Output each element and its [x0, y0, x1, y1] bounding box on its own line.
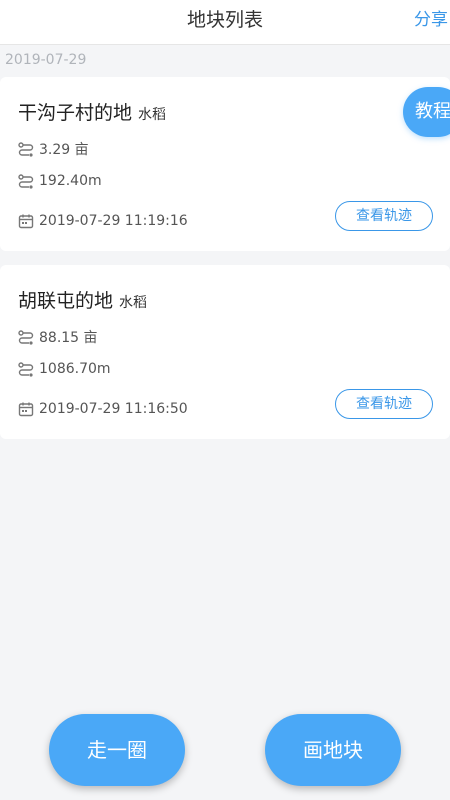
plot-area-row: 3.29 亩: [18, 139, 89, 159]
page-title: 地块列表: [186, 9, 263, 31]
route-icon: [18, 174, 34, 189]
plot-area: 88.15 亩: [39, 330, 98, 346]
plot-time: 2019-07-29 11:19:16: [39, 213, 188, 229]
plot-name: 胡联屯的地: [18, 290, 114, 312]
draw-plot-button[interactable]: 画地块: [265, 714, 401, 786]
route-icon: [18, 142, 34, 157]
plot-length: 192.40m: [39, 173, 102, 189]
route-icon: [18, 330, 34, 345]
date-group-header: 2019-07-29: [5, 52, 87, 68]
plot-length: 1086.70m: [39, 361, 111, 377]
view-track-button[interactable]: 查看轨迹: [335, 389, 433, 419]
plot-time-row: 2019-07-29 11:19:16: [18, 213, 188, 229]
plot-card[interactable]: 胡联屯的地 水稻 88.15 亩 1086.70m 2019-07-29 11:1…: [0, 265, 450, 439]
plot-area: 3.29 亩: [39, 142, 89, 158]
plot-crop: 水稻: [119, 295, 148, 311]
plot-length-row: 1086.70m: [18, 361, 111, 377]
calendar-icon: [18, 402, 34, 417]
plot-name: 干沟子村的地: [18, 102, 133, 124]
plot-title: 胡联屯的地 水稻: [18, 286, 147, 313]
plot-title: 干沟子村的地 水稻: [18, 98, 166, 125]
tutorial-button[interactable]: 教程: [403, 87, 450, 137]
share-button[interactable]: 分享: [414, 0, 450, 44]
plot-crop: 水稻: [138, 107, 167, 123]
calendar-icon: [18, 214, 34, 229]
plot-time: 2019-07-29 11:16:50: [39, 401, 188, 417]
plot-length-row: 192.40m: [18, 173, 102, 189]
top-bar: 地块列表 分享: [0, 0, 450, 45]
walk-around-button[interactable]: 走一圈: [49, 714, 185, 786]
route-icon: [18, 362, 34, 377]
plot-area-row: 88.15 亩: [18, 327, 98, 347]
plot-card[interactable]: 干沟子村的地 水稻 3.29 亩 192.40m 2019-07-29 11:19…: [0, 77, 450, 251]
plot-time-row: 2019-07-29 11:16:50: [18, 401, 188, 417]
view-track-button[interactable]: 查看轨迹: [335, 201, 433, 231]
